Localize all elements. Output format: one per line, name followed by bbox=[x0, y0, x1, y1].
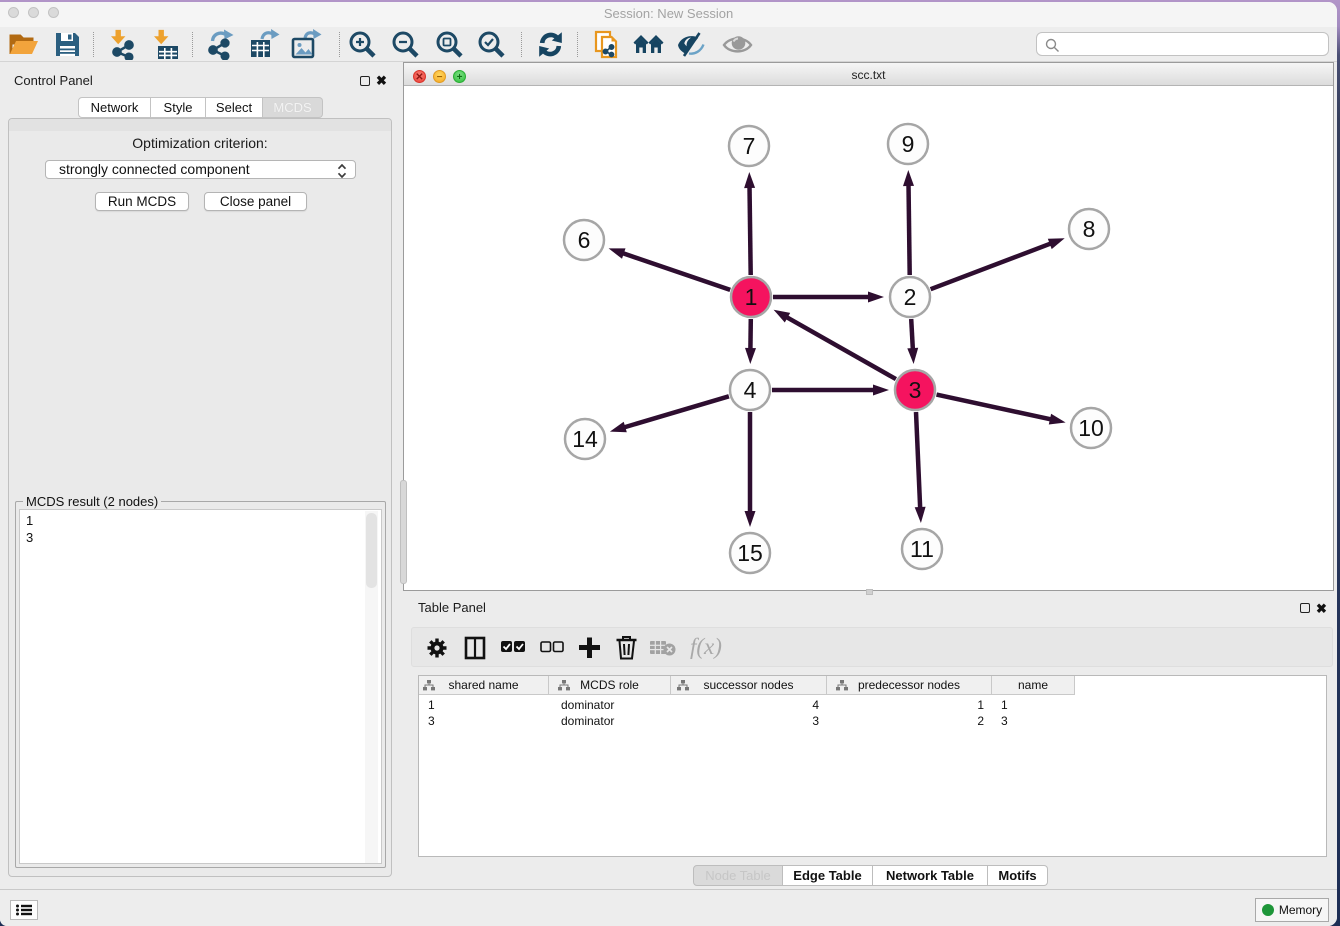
svg-text:1: 1 bbox=[745, 284, 758, 310]
svg-text:4: 4 bbox=[744, 377, 757, 403]
svg-text:8: 8 bbox=[1083, 216, 1096, 242]
svg-text:7: 7 bbox=[743, 133, 756, 159]
svg-text:2: 2 bbox=[904, 284, 917, 310]
svg-text:10: 10 bbox=[1078, 415, 1104, 441]
svg-text:15: 15 bbox=[737, 540, 763, 566]
svg-text:14: 14 bbox=[572, 426, 598, 452]
svg-text:11: 11 bbox=[910, 536, 934, 562]
svg-text:9: 9 bbox=[902, 131, 915, 157]
svg-text:3: 3 bbox=[909, 377, 922, 403]
svg-text:6: 6 bbox=[578, 227, 591, 253]
